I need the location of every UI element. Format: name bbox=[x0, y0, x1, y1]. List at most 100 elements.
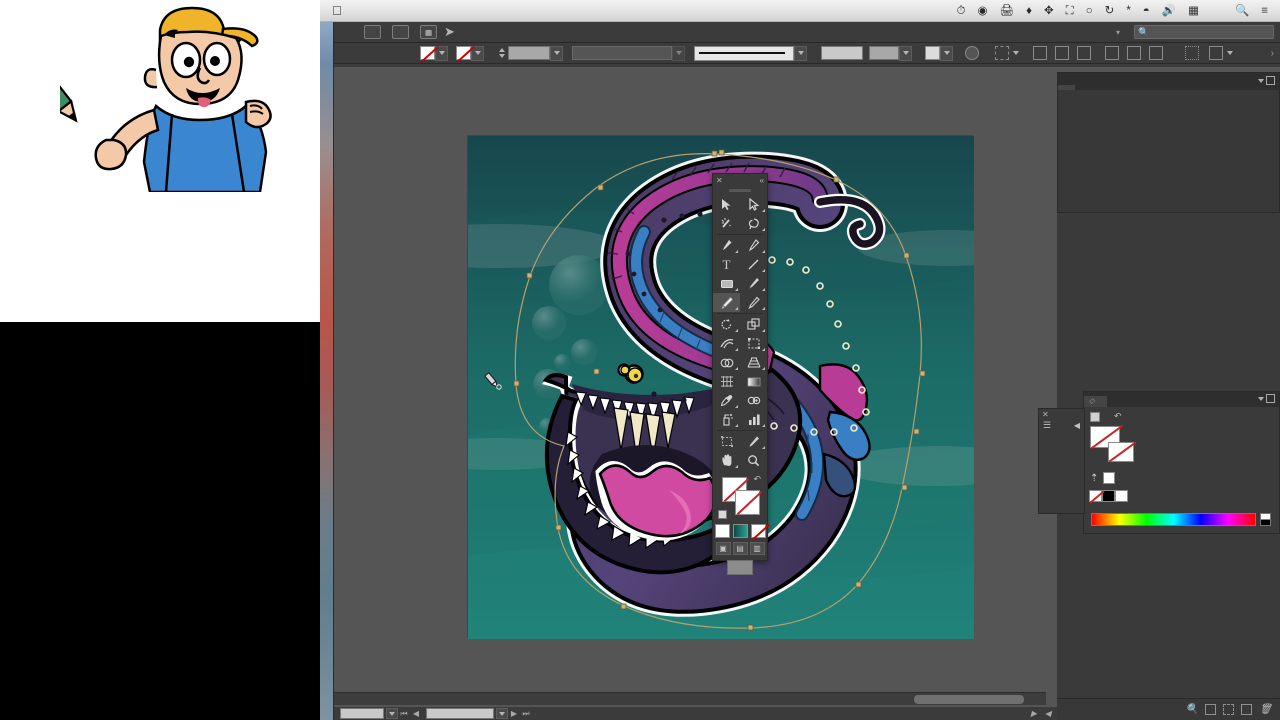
last-artboard-icon[interactable]: ⏭ bbox=[520, 709, 532, 719]
width-tool[interactable] bbox=[713, 334, 740, 353]
tab-layers[interactable] bbox=[1058, 85, 1075, 90]
pencil-tool[interactable] bbox=[713, 293, 740, 312]
tools-panel-grip[interactable] bbox=[729, 189, 751, 192]
bluetooth-icon[interactable]: * bbox=[1120, 0, 1136, 22]
status-next-icon[interactable]: ▶ bbox=[1031, 709, 1037, 718]
prev-artboard-icon[interactable]: ◀ bbox=[410, 709, 422, 718]
zoom-tool[interactable] bbox=[740, 451, 767, 470]
create-sublayer-icon[interactable] bbox=[1223, 704, 1234, 715]
none-quick-swatch[interactable] bbox=[1089, 490, 1102, 502]
shape-builder-tool[interactable] bbox=[713, 353, 740, 372]
transform-each-icon[interactable] bbox=[995, 46, 1009, 60]
library-icon[interactable]: ☰ bbox=[1043, 420, 1051, 431]
swap-fill-stroke-icon[interactable]: ↶ bbox=[753, 474, 761, 485]
locate-object-icon[interactable]: 🔍 bbox=[1186, 704, 1198, 715]
gradient-tool[interactable] bbox=[740, 372, 767, 391]
revert-swatch[interactable] bbox=[1103, 472, 1115, 484]
white-quick-swatch[interactable] bbox=[1115, 490, 1128, 502]
collapse-icon[interactable]: « bbox=[760, 176, 764, 185]
color-mode-icon[interactable] bbox=[1090, 412, 1100, 422]
color-spectrum-ramp[interactable] bbox=[1091, 513, 1256, 526]
recolor-artwork-icon[interactable] bbox=[1209, 46, 1223, 60]
scrollbar-thumb[interactable] bbox=[914, 695, 1024, 704]
slice-tool[interactable] bbox=[740, 432, 767, 451]
blob-brush-tool[interactable] bbox=[740, 293, 767, 312]
brush-definition-field[interactable] bbox=[694, 46, 794, 61]
lasso-tool[interactable] bbox=[740, 214, 767, 233]
swap-colors-icon[interactable]: ↶ bbox=[1114, 411, 1122, 422]
volume-icon[interactable]: 🔊 bbox=[1156, 0, 1182, 22]
paintbrush-tool[interactable] bbox=[740, 274, 767, 293]
battery-icon[interactable]: ⏱ bbox=[951, 0, 972, 22]
spectrum-endpoints[interactable] bbox=[1260, 513, 1271, 526]
behance-icon[interactable]: ➤ bbox=[444, 24, 455, 40]
symbol-sprayer-tool[interactable] bbox=[713, 410, 740, 429]
stroke-profile-field[interactable] bbox=[572, 46, 672, 60]
align-bottom-icon[interactable] bbox=[1149, 46, 1163, 60]
stroke-weight-field[interactable] bbox=[508, 46, 550, 60]
artboard-mini-panel[interactable]: ✕ ☰ ◀ bbox=[1038, 408, 1085, 514]
draw-normal-icon[interactable]: ▣ bbox=[716, 542, 731, 555]
curvature-tool[interactable] bbox=[740, 236, 767, 255]
gradient-swatch[interactable] bbox=[733, 524, 748, 538]
wifi-icon[interactable]: ◓ bbox=[1137, 0, 1156, 22]
close-icon[interactable]: ✕ bbox=[716, 176, 723, 185]
color-panel[interactable]: ◇ ↶ ⇡ bbox=[1083, 391, 1280, 534]
status-prev-icon[interactable]: ◀ bbox=[1045, 709, 1051, 718]
control-bar-overflow-icon[interactable]: › bbox=[1271, 48, 1280, 59]
brush-definition-dropdown-icon[interactable] bbox=[794, 46, 807, 61]
evernote-icon[interactable]: ♦ bbox=[1020, 0, 1038, 22]
tab-color[interactable]: ◇ bbox=[1084, 396, 1107, 407]
tools-panel-header[interactable]: ✕ « bbox=[713, 174, 767, 187]
apple-logo-icon[interactable]:  bbox=[320, 1, 352, 21]
color-panel-menu-icon[interactable] bbox=[1258, 394, 1275, 403]
pen-tool[interactable] bbox=[713, 236, 740, 255]
align-left-icon[interactable] bbox=[1033, 46, 1047, 60]
column-graph-tool[interactable] bbox=[740, 410, 767, 429]
style-dropdown-icon[interactable] bbox=[940, 46, 953, 61]
scale-tool[interactable] bbox=[740, 315, 767, 334]
screen-record-icon[interactable]: ⛶ bbox=[1060, 0, 1080, 22]
free-transform-tool[interactable] bbox=[740, 334, 767, 353]
fill-swatch[interactable] bbox=[420, 46, 435, 60]
stock-button[interactable] bbox=[392, 25, 409, 39]
fill-stroke-indicator[interactable]: ↶ bbox=[713, 473, 767, 521]
default-fill-stroke-icon[interactable] bbox=[718, 510, 727, 519]
artboard-tool[interactable] bbox=[713, 432, 740, 451]
artboard-dropdown-icon[interactable] bbox=[496, 708, 508, 719]
line-segment-tool[interactable] bbox=[740, 255, 767, 274]
eyedropper-tool[interactable] bbox=[713, 391, 740, 410]
rectangle-tool[interactable] bbox=[713, 274, 740, 293]
draw-behind-icon[interactable]: ▤ bbox=[733, 542, 748, 555]
color-stroke-box[interactable] bbox=[1108, 442, 1134, 462]
time-machine-icon[interactable]: ↻ bbox=[1099, 0, 1121, 22]
artboard-number-field[interactable] bbox=[426, 708, 494, 719]
stroke-weight-dropdown-icon[interactable] bbox=[550, 46, 563, 61]
color-swatch[interactable] bbox=[715, 524, 730, 538]
transform-each-dropdown-icon[interactable] bbox=[1013, 51, 1019, 55]
printer-icon[interactable]: 🖨 bbox=[994, 0, 1021, 22]
style-swatch[interactable] bbox=[925, 46, 940, 60]
account-chevron-icon[interactable]: ▾ bbox=[1110, 28, 1120, 37]
revert-arrow-icon[interactable]: ⇡ bbox=[1090, 473, 1098, 484]
adobe-stock-search[interactable]: 🔍 bbox=[1134, 25, 1274, 39]
spotlight-search-icon[interactable]: 🔍 bbox=[1229, 0, 1255, 22]
magic-wand-tool[interactable] bbox=[713, 214, 740, 233]
input-source-icon[interactable]: ▦ bbox=[1182, 0, 1205, 22]
next-artboard-icon[interactable]: ▶ bbox=[508, 709, 520, 718]
dropbox-icon[interactable]: ✥ bbox=[1038, 0, 1060, 22]
layers-panel[interactable] bbox=[1057, 72, 1280, 213]
align-center-h-icon[interactable] bbox=[1055, 46, 1069, 60]
mesh-tool[interactable] bbox=[713, 372, 740, 391]
blend-tool[interactable] bbox=[740, 391, 767, 410]
isolate-selected-icon[interactable] bbox=[1185, 46, 1199, 60]
notification-center-icon[interactable]: ≡ bbox=[1255, 0, 1274, 22]
type-tool[interactable]: T bbox=[713, 255, 740, 274]
panel-menu-icon[interactable] bbox=[1258, 76, 1275, 85]
perspective-grid-tool[interactable] bbox=[740, 353, 767, 372]
tools-panel[interactable]: ✕ « T bbox=[712, 173, 768, 561]
prev-icon[interactable]: ◀ bbox=[1074, 421, 1080, 430]
first-artboard-icon[interactable]: ⏮ bbox=[398, 709, 410, 719]
selection-tool[interactable] bbox=[713, 195, 740, 214]
opacity-mask-icon[interactable] bbox=[965, 46, 979, 60]
